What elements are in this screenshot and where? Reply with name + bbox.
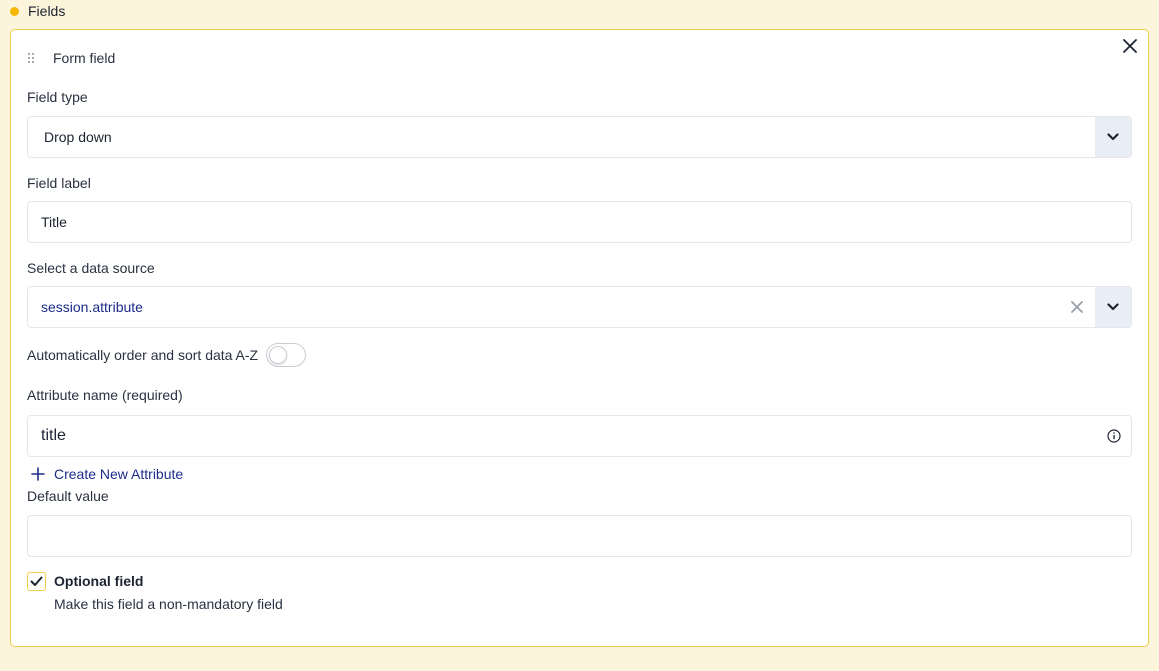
optional-field-description: Make this field a non-mandatory field [54,596,283,612]
field-label-input[interactable]: Title [27,201,1132,243]
optional-field-title: Optional field [54,573,144,589]
checkmark-icon [30,576,43,586]
plus-icon [31,467,45,481]
data-source-select[interactable]: session.attribute [27,286,1132,328]
create-new-attribute-label: Create New Attribute [54,466,184,482]
field-label-value: Title [41,214,67,230]
close-button[interactable] [1120,36,1140,56]
card-header: Form field [27,49,115,67]
attribute-name-label: Attribute name (required) [27,387,183,403]
data-source-label: Select a data source [27,260,155,276]
drag-handle-icon[interactable] [27,52,37,64]
clear-icon [1071,301,1083,313]
attribute-name-input[interactable]: title [27,415,1132,457]
default-value-input[interactable] [27,515,1132,557]
optional-field-checkbox[interactable] [27,572,46,591]
create-new-attribute-link[interactable]: Create New Attribute [31,466,183,482]
field-label-label: Field label [27,175,91,191]
auto-sort-toggle[interactable] [266,343,307,367]
attribute-name-value: title [41,427,66,444]
field-type-dropdown-button[interactable] [1095,117,1131,157]
toggle-knob [269,346,288,364]
auto-sort-row: Automatically order and sort data A-Z [27,343,307,367]
chevron-down-icon [1107,133,1119,141]
status-dot [10,6,19,16]
field-type-value: Drop down [44,129,112,145]
chevron-down-icon [1107,303,1119,311]
default-value-label: Default value [27,488,109,504]
clear-data-source-button[interactable] [1059,287,1095,327]
data-source-dropdown-button[interactable] [1095,287,1131,327]
auto-sort-label: Automatically order and sort data A-Z [27,347,259,363]
field-type-label: Field type [27,89,88,105]
close-icon [1123,39,1137,53]
optional-field-text: Optional field Make this field a non-man… [54,572,283,613]
form-field-card: Form field Field type Drop down Field la… [10,29,1149,647]
optional-field-row: Optional field Make this field a non-man… [27,572,283,613]
data-source-value: session.attribute [41,299,143,315]
card-title: Form field [53,50,116,66]
section-title: Fields [28,3,66,19]
info-icon[interactable] [1097,429,1131,443]
section-header: Fields [10,2,65,20]
field-type-select[interactable]: Drop down [27,116,1132,158]
